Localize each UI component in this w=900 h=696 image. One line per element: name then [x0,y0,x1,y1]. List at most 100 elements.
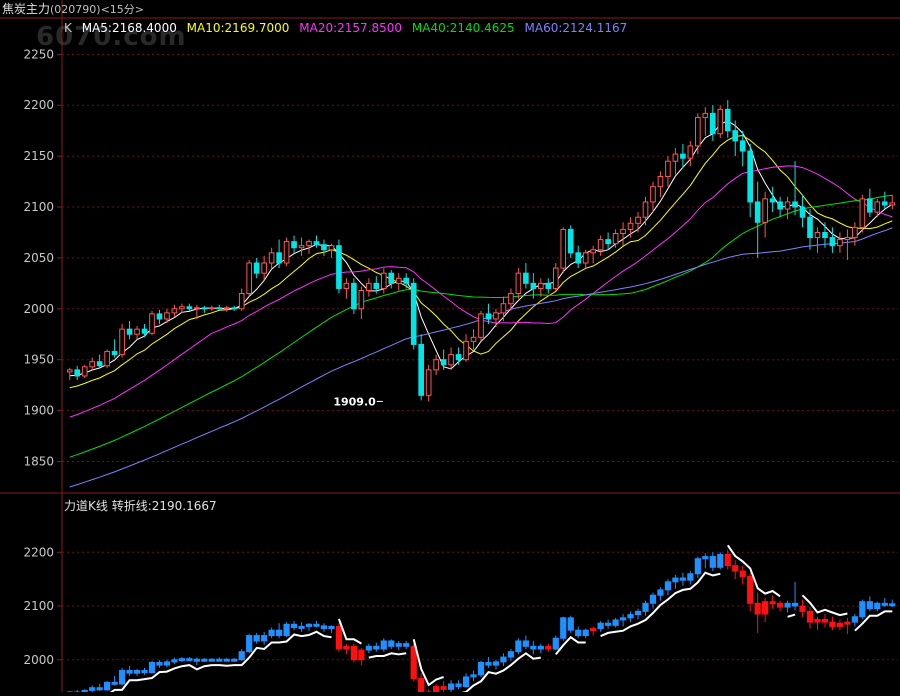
lidao-body [440,686,447,690]
lidao-body [814,618,821,623]
lidao-body [470,674,477,678]
lidao-body [358,649,365,661]
candle-body [523,272,529,284]
candle-body [687,145,694,159]
candle-body [111,351,118,356]
y-tick-label-sub: 2000 [23,653,54,667]
lidao-body [118,670,126,685]
candle-body [74,369,81,377]
candle-body [403,277,410,284]
lidao-body [246,635,253,653]
candle-body [739,140,746,152]
candle-body [859,198,866,228]
lidao-body [231,658,238,662]
candle-body [216,307,223,310]
candle-body [642,201,649,218]
lidao-body [261,635,268,642]
candle-body [867,198,873,213]
turn-line [555,635,586,656]
candle-body [881,201,888,206]
turn-line [787,613,796,618]
lidao-body [148,661,156,674]
lidao-body [313,623,320,627]
main-legend: K MA5:2168.4000 MA10:2169.7000 MA20:2157… [64,21,633,35]
lidao-body [552,637,559,650]
candle-body [612,232,619,245]
lidao-body [866,601,873,610]
candle-body [126,328,133,335]
candle-body [366,282,372,291]
candle-body [709,112,716,135]
candle-body [814,231,821,239]
lidao-body [649,594,657,604]
candle-body [358,289,365,310]
candle-body [448,354,454,366]
lidao-body [784,602,791,608]
candle-body [799,206,806,218]
candle-body [328,245,335,251]
y-tick-label-main: 2150 [23,149,54,163]
y-tick-label-sub: 2100 [23,599,54,613]
y-tick-label-main: 2200 [23,98,54,112]
candle-body [343,282,350,289]
candle-body [627,222,634,230]
lidao-body [590,628,597,632]
lidao-body [754,602,761,615]
lidao-body [238,651,245,661]
candle-body [223,307,230,310]
candle-body [493,312,499,320]
candle-body [478,313,484,338]
legend-ma60: MA60:2124.1167 [524,21,628,35]
lidao-body [515,640,522,653]
candle-body [66,369,73,373]
lidao-body [619,617,627,621]
lidao-body [328,625,335,630]
lidao-body [485,661,492,666]
lidao-body [672,577,679,583]
lidao-body [717,553,724,568]
candle-body [291,241,297,249]
candle-body [732,130,739,142]
lidao-body [612,619,619,626]
lidao-body [500,656,507,663]
lidao-body [747,575,754,604]
ma20-line [69,165,893,418]
lidao-body [537,645,544,650]
y-tick-label-main: 1950 [23,353,54,367]
candle-body [306,241,312,247]
instrument-title: 焦炭主力(020790)<15分> [2,0,144,17]
candle-body [889,202,896,206]
turn-line [337,618,362,645]
lidao-body [156,661,163,666]
lidao-body [163,661,171,666]
candle-body [552,267,559,289]
candle-body [680,153,686,159]
legend-ma5: MA5:2168.4000 [81,21,177,35]
lidao-body [275,629,283,637]
lidao-body [111,681,118,685]
y-tick-label-main: 2000 [23,302,54,316]
instrument-period: <15分> [100,3,145,16]
lidao-body [657,589,664,596]
candle-body [747,150,754,203]
y-tick-label-sub: 2200 [23,545,54,559]
candle-body [96,361,103,367]
candle-body [650,186,656,203]
candle-body [575,252,582,264]
candle-body [268,252,275,264]
candle-body [455,354,462,361]
candle-body [418,343,424,396]
legend-ma10: MA10:2169.7000 [186,21,290,35]
candle-body [298,245,305,249]
candle-body [508,293,514,305]
candle-body [171,308,178,314]
lidao-body [96,687,103,691]
lidao-body [283,623,290,637]
lidao-body [343,645,350,650]
candle-body [164,312,170,320]
candle-body [313,241,320,246]
candle-body [134,328,140,335]
sub-legend: 力道K线 转折线:2190.1667 [64,497,217,514]
lidao-body [687,573,694,581]
lidao-body [776,602,784,608]
